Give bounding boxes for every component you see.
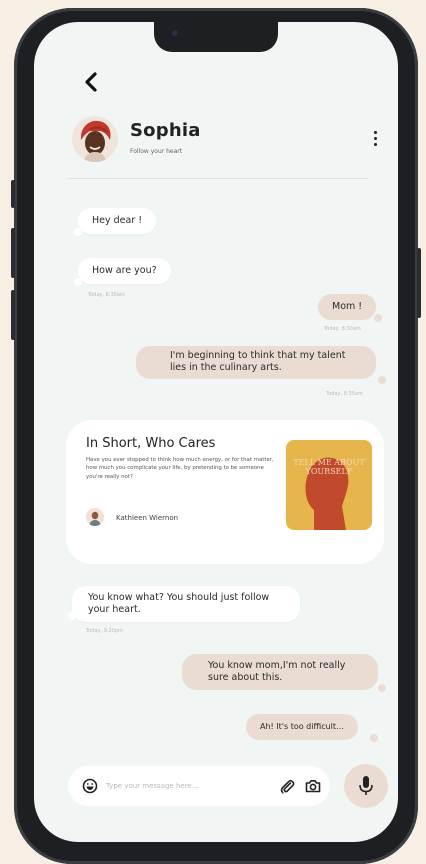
power-button [417, 248, 421, 318]
emoji-button[interactable] [82, 778, 98, 794]
message-text: I'm beginning to think that my talent li… [170, 350, 346, 373]
chat-screen: Sophia Follow your heart Hey dear ! How … [34, 22, 398, 842]
bubble-tail [74, 278, 82, 286]
bubble-tail [74, 228, 82, 236]
book-cover: TELL ME ABOUT YOURSELF [286, 440, 372, 530]
contact-name: Sophia [130, 120, 201, 141]
camera-button[interactable] [304, 777, 322, 795]
message-text: You know what? You should just follow yo… [88, 592, 270, 615]
more-options-button[interactable] [368, 128, 382, 150]
front-camera [172, 30, 178, 36]
back-button[interactable] [80, 70, 104, 94]
message-text: Ah! It's too difficult... [260, 722, 344, 731]
attach-button[interactable] [278, 777, 296, 795]
message-outgoing[interactable]: You know mom,I'm not really sure about t… [182, 654, 378, 690]
bubble-tail [68, 612, 76, 620]
message-timestamp: Today, 8:30am [88, 292, 125, 298]
chat-header: Sophia Follow your heart [34, 114, 398, 184]
bubble-tail [370, 734, 378, 742]
article-author: Kathleen Wiernon [116, 514, 179, 522]
volume-up-button [11, 228, 15, 278]
message-timestamp: Today, 8:30am [324, 326, 361, 332]
author-avatar [86, 508, 104, 526]
article-title: In Short, Who Cares [86, 436, 216, 451]
contact-avatar[interactable] [72, 116, 118, 162]
microphone-icon [359, 776, 373, 795]
more-vertical-icon [368, 131, 382, 146]
book-cover-title: TELL ME ABOUT YOURSELF [293, 458, 365, 476]
message-timestamp: Today, 8:35am [326, 391, 363, 397]
header-divider [68, 178, 368, 179]
camera-icon [305, 780, 321, 793]
message-timestamp: Today, 9:20pm [86, 628, 123, 634]
message-incoming[interactable]: You know what? You should just follow yo… [72, 586, 300, 622]
emoji-icon [82, 778, 98, 794]
shared-article-card[interactable]: In Short, Who Cares Have you ever stoppe… [66, 420, 384, 564]
message-text: Hey dear ! [92, 215, 143, 226]
volume-down-button [11, 290, 15, 340]
back-arrow-icon [85, 72, 97, 92]
article-excerpt: Have you ever stopped to think how much … [86, 457, 274, 480]
bubble-tail [378, 376, 386, 384]
message-outgoing[interactable]: Ah! It's too difficult... [246, 714, 358, 740]
message-text: You know mom,I'm not really sure about t… [208, 660, 346, 683]
message-input[interactable] [106, 778, 266, 794]
message-outgoing[interactable]: Mom ! [318, 294, 377, 320]
paperclip-icon [280, 779, 295, 794]
bubble-tail [374, 314, 382, 322]
voice-message-button[interactable] [344, 764, 388, 808]
notch [154, 22, 278, 52]
message-composer [68, 766, 330, 806]
message-text: How are you? [92, 265, 157, 276]
mute-switch [11, 180, 15, 208]
message-outgoing[interactable]: I'm beginning to think that my talent li… [136, 346, 376, 379]
message-incoming[interactable]: Hey dear ! [78, 208, 157, 234]
message-text: Mom ! [332, 301, 363, 312]
message-incoming[interactable]: How are you? [78, 258, 171, 284]
bubble-tail [378, 684, 386, 692]
contact-status: Follow your heart [130, 148, 183, 155]
